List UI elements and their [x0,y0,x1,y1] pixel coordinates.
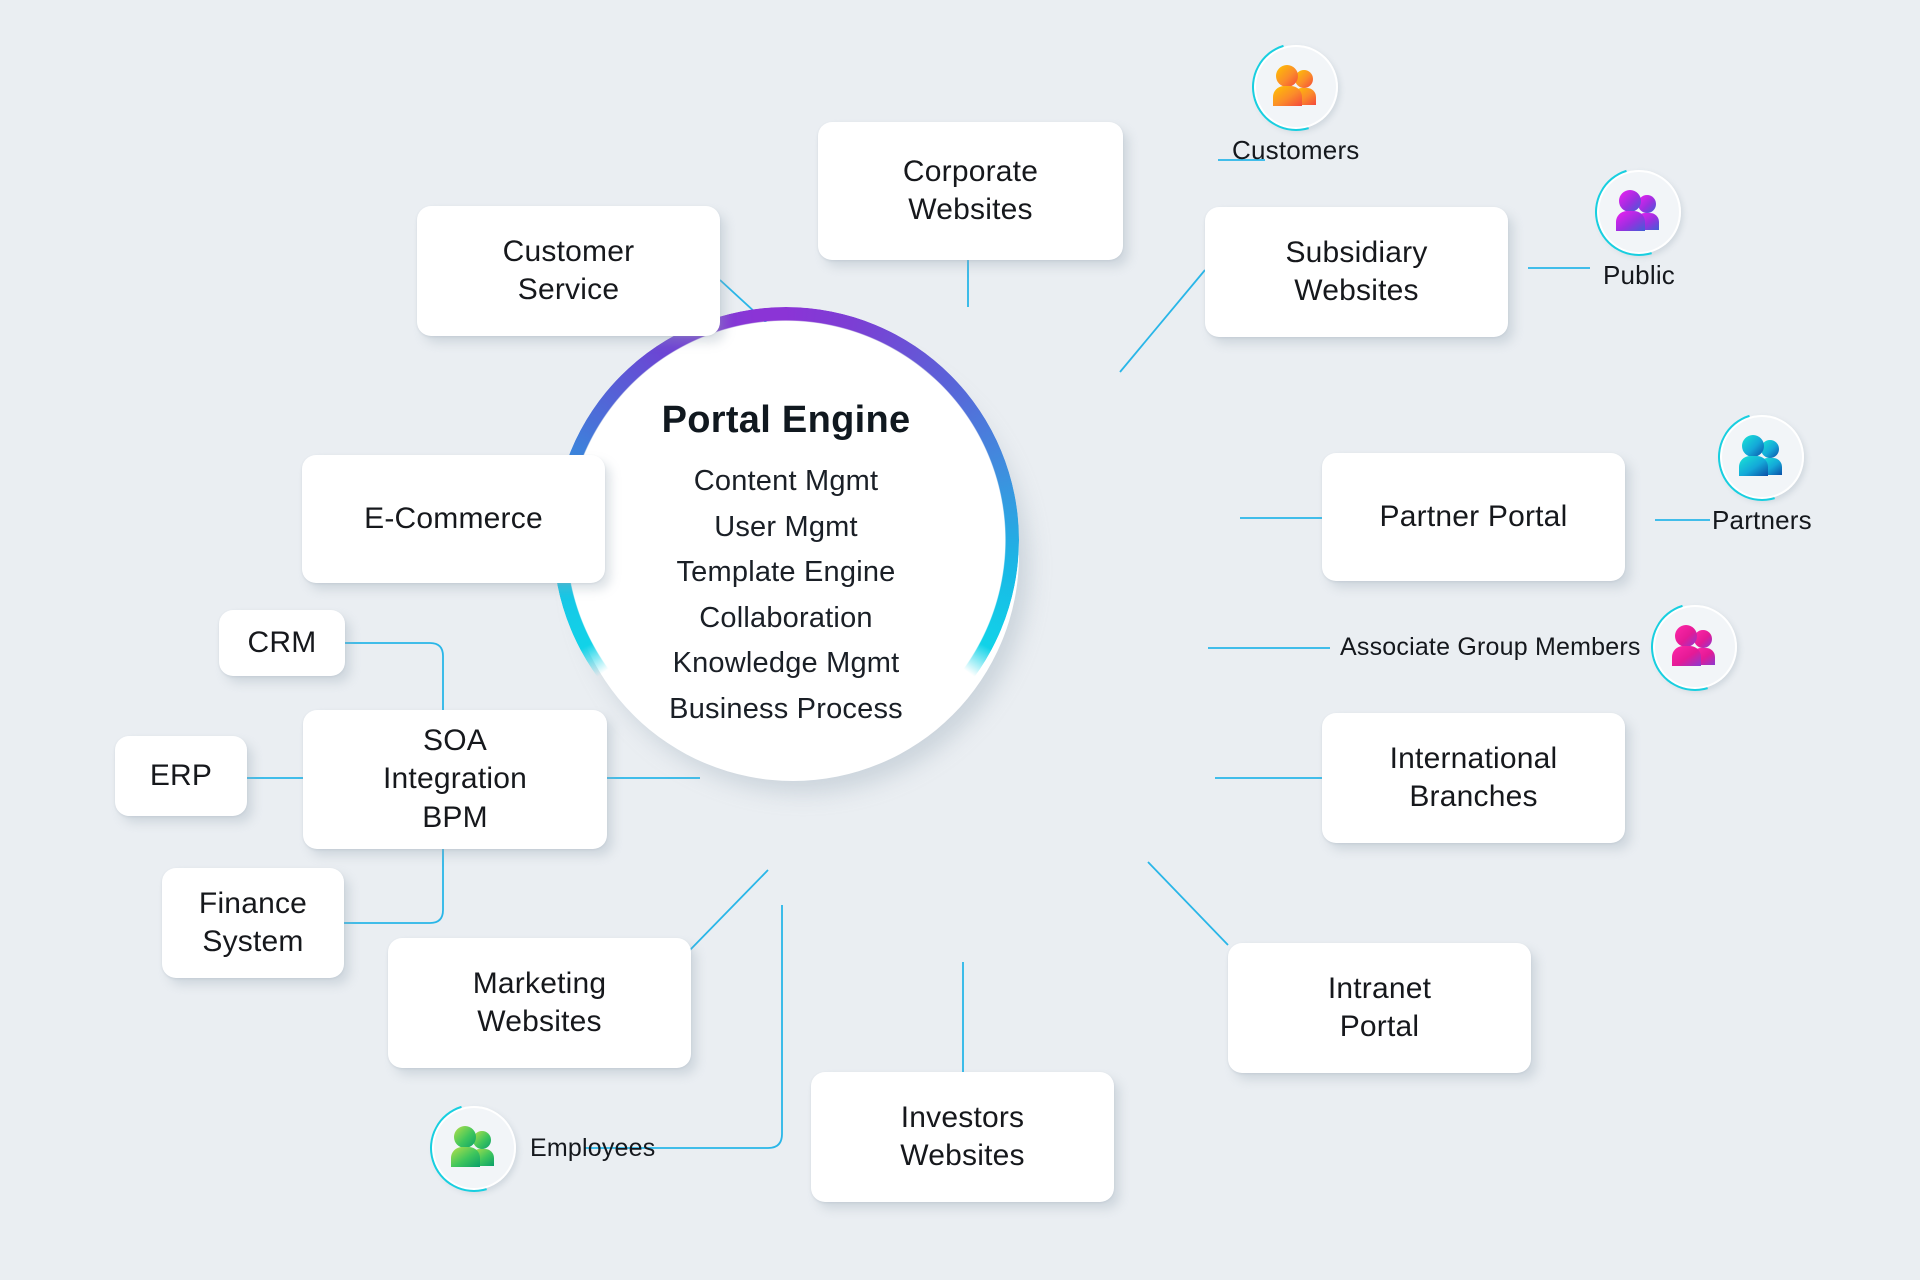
hub-feature: Knowledge Mgmt [672,647,900,679]
audience-label: Partners [1712,505,1812,535]
node-subsidiary-websites[interactable]: Subsidiary Websites [1205,207,1508,337]
node-customer-service[interactable]: Customer Service [417,206,720,336]
people-icon-customers [1236,27,1356,147]
hub-title: Portal Engine [661,399,911,441]
node-soa-integration-bpm[interactable]: SOA Integration BPM [303,710,607,849]
people-icon-partners [1702,397,1822,517]
audience-label: Associate Group Members [1340,632,1641,661]
audience-label: Public [1602,260,1675,290]
node-partner-portal[interactable]: Partner Portal [1322,453,1625,581]
audience-associate-group-members[interactable]: Associate Group Members [1340,587,1755,707]
node-international-branches[interactable]: International Branches [1322,713,1625,843]
audience-customers[interactable]: Customers [1232,27,1360,166]
audience-label: Customers [1232,135,1360,165]
node-crm[interactable]: CRM [219,610,345,676]
node-e-commerce[interactable]: E-Commerce [302,455,605,583]
hub-feature: Collaboration [699,601,873,634]
node-investors-websites[interactable]: Investors Websites [811,1072,1114,1202]
node-intranet-portal[interactable]: Intranet Portal [1228,943,1531,1073]
hub-feature-list: Content Mgmt User Mgmt Template Engine C… [669,460,903,731]
audience-employees[interactable]: Employees [414,1088,656,1208]
people-icon-public [1579,152,1699,272]
audience-public[interactable]: Public [1579,152,1699,291]
node-marketing-websites[interactable]: Marketing Websites [388,938,691,1068]
node-corporate-websites[interactable]: Corporate Websites [818,122,1123,260]
node-erp[interactable]: ERP [115,736,247,816]
hub-face: Portal Engine Content Mgmt User Mgmt Tem… [567,321,1005,759]
people-icon-associate-group-members [1635,587,1755,707]
portal-engine-hub: Portal Engine Content Mgmt User Mgmt Tem… [553,307,1019,781]
hub-feature: Template Engine [676,556,896,588]
audience-partners[interactable]: Partners [1702,397,1822,536]
people-icon-employees [414,1088,534,1208]
hub-feature: User Mgmt [714,510,858,543]
node-finance-system[interactable]: Finance System [162,868,344,978]
hub-feature: Business Process [669,692,903,725]
diagram-canvas: Portal Engine Content Mgmt User Mgmt Tem… [0,0,1920,1280]
hub-feature: Content Mgmt [693,465,879,497]
audience-label: Employees [530,1133,656,1162]
